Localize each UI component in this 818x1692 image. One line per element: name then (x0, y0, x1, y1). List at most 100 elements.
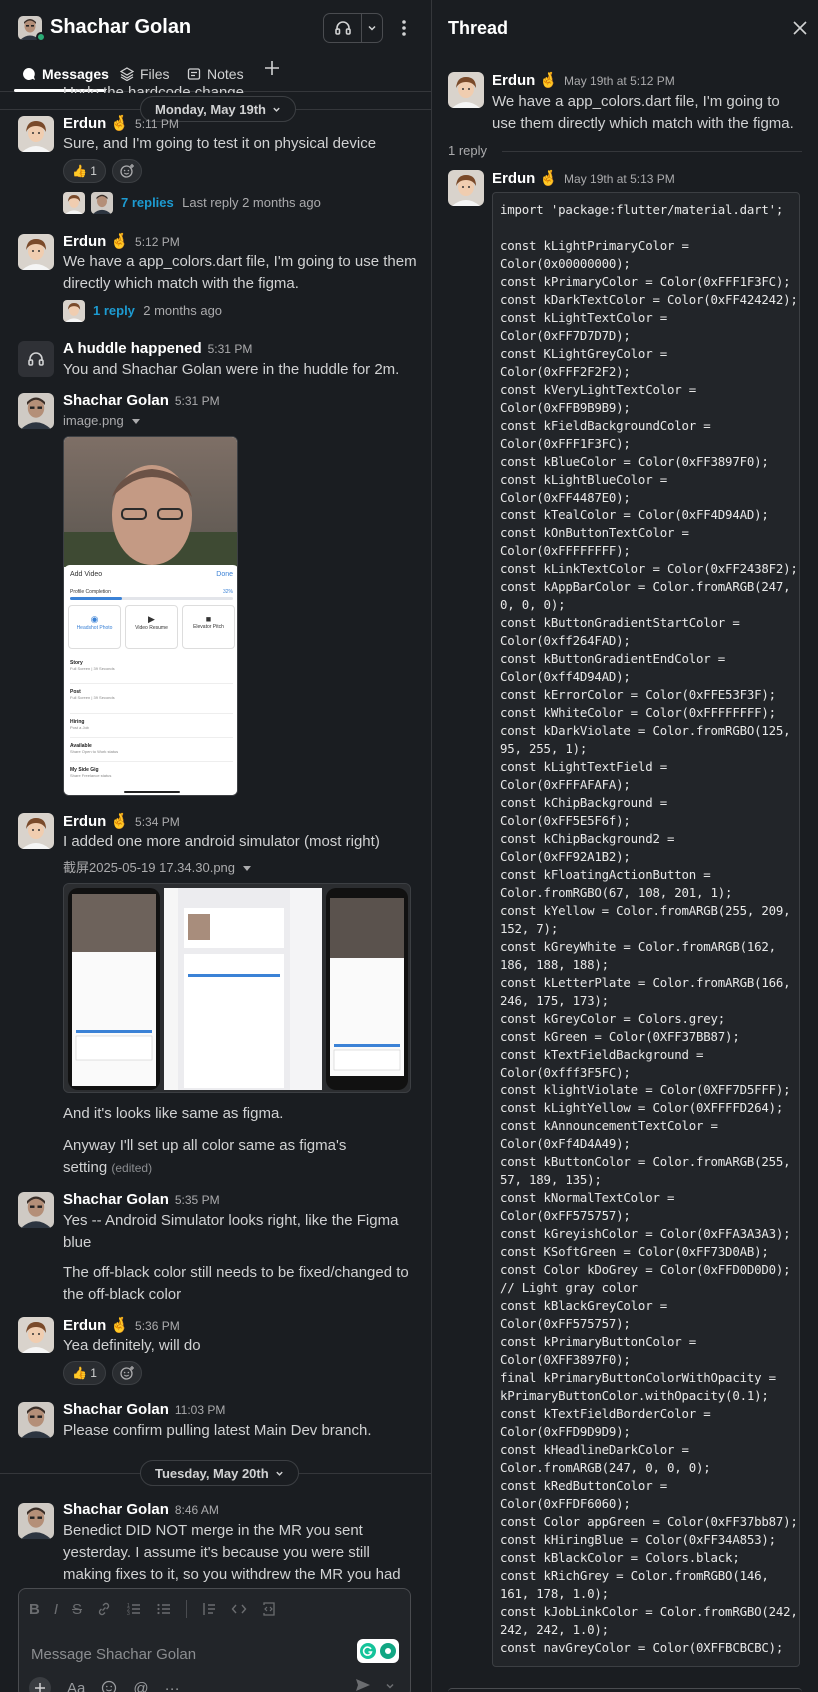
timestamp[interactable]: 5:35 PM (175, 1193, 220, 1207)
bold-icon[interactable]: B (29, 1601, 40, 1618)
reaction-thumbs-up[interactable]: 👍 1 (63, 159, 106, 183)
reaction-thumbs-up[interactable]: 👍 1 (63, 1361, 106, 1385)
bullet-list-icon[interactable] (156, 1601, 172, 1617)
huddle-button[interactable] (323, 13, 383, 43)
timestamp[interactable]: May 19th at 5:13 PM (564, 172, 675, 186)
timestamp[interactable]: 5:11 PM (135, 117, 179, 131)
add-reaction-icon[interactable] (112, 159, 142, 183)
author-name[interactable]: Erdun 🤞 5:36 PM (63, 1316, 180, 1334)
tile[interactable]: ▶ Video Resume (125, 605, 178, 649)
author-name[interactable]: Erdun 🤞 May 19th at 5:12 PM (492, 71, 675, 89)
grammarly-icon[interactable] (357, 1639, 399, 1663)
more-actions-icon[interactable]: ··· (165, 1680, 180, 1692)
file-name[interactable]: 截屏2025-05-19 17.34.30.png (63, 857, 252, 879)
chevron-down-icon[interactable] (362, 14, 382, 42)
timestamp[interactable]: 5:31 PM (175, 394, 220, 408)
home-indicator (124, 791, 180, 793)
code-line: const kChipBackground2 = (500, 830, 675, 846)
camera-preview (64, 437, 237, 567)
code-line: const KLightGreyColor = (500, 345, 667, 361)
avatar[interactable] (18, 1192, 54, 1228)
code-line: const kLightYellow = Color(0XFFFFD264); (500, 1100, 784, 1116)
ordered-list-icon[interactable]: 123 (126, 1601, 142, 1617)
avatar[interactable] (18, 1503, 54, 1539)
message-text: We have a app_colors.dart file, I'm goin… (63, 253, 417, 292)
sheet-list: Story Full Screen | 39 Seconds Post Full S… (70, 660, 233, 786)
blockquote-icon[interactable] (201, 1601, 217, 1617)
tab-label: Notes (207, 66, 244, 82)
progress-fill (70, 597, 123, 600)
date-pill[interactable]: Tuesday, May 20th (140, 1460, 299, 1486)
author-name[interactable]: Shachar Golan 5:31 PM (63, 392, 220, 409)
emoji-icon[interactable] (101, 1680, 117, 1692)
avatar[interactable] (448, 170, 484, 206)
code-icon[interactable] (231, 1601, 247, 1617)
channel-title[interactable]: Shachar Golan (50, 16, 191, 39)
code-line: const kButtonGradientEndColor = (500, 651, 726, 667)
avatar[interactable] (18, 1402, 54, 1438)
tab-messages[interactable]: Messages (22, 63, 109, 85)
chevron-down-icon (275, 1471, 283, 1476)
file-name[interactable]: image.png (63, 410, 141, 432)
reply-count-divider (502, 151, 802, 152)
avatar[interactable] (18, 813, 54, 849)
avatar[interactable] (18, 234, 54, 270)
code-line: // Light gray color (500, 1280, 638, 1296)
headphones-icon[interactable] (324, 14, 362, 42)
tab-label: Files (140, 66, 170, 82)
timestamp[interactable]: 5:31 PM (208, 342, 253, 356)
huddle-icon (18, 341, 54, 377)
tab-files[interactable]: Files (120, 63, 170, 85)
replies-link[interactable]: 7 replies (121, 195, 174, 210)
message-text: The off-black color still needs to be fi… (63, 1264, 409, 1303)
author-name[interactable]: Erdun 🤞 5:11 PM (63, 114, 179, 132)
timestamp[interactable]: 5:34 PM (135, 815, 180, 829)
code-line: Color(0xFF4487E0); (500, 489, 631, 505)
toolbar-divider (186, 1600, 188, 1618)
code-line: const kNormalTextColor = (500, 1190, 675, 1206)
thread-summary[interactable]: 7 replies Last reply 2 months ago (121, 192, 321, 214)
author-name[interactable]: Erdun 🤞 5:12 PM (63, 232, 180, 250)
avatar[interactable] (18, 393, 54, 429)
send-icon[interactable] (355, 1677, 371, 1692)
strikethrough-icon[interactable]: S (72, 1601, 82, 1618)
add-tab-icon[interactable] (264, 60, 280, 76)
timestamp[interactable]: 5:36 PM (135, 1319, 180, 1333)
timestamp[interactable]: 5:12 PM (135, 235, 180, 249)
timestamp[interactable]: May 19th at 5:12 PM (564, 74, 675, 88)
reply-count: 1 reply (448, 143, 488, 158)
code-block-icon[interactable] (261, 1601, 277, 1617)
tab-notes[interactable]: Notes (187, 63, 244, 85)
close-icon[interactable] (790, 18, 810, 38)
list-item: My Side Gig Share Freelance status (70, 767, 112, 778)
tile[interactable]: ■ Elevator Pitch (182, 605, 235, 649)
code-line: Color(0xFFD9D9D9); (500, 1423, 631, 1439)
italic-icon[interactable]: I (54, 1601, 58, 1618)
avatar[interactable] (18, 1317, 54, 1353)
link-icon[interactable] (96, 1601, 112, 1617)
add-reaction-icon[interactable] (112, 1361, 142, 1385)
tile[interactable]: ◉ Headshot Photo (68, 605, 121, 649)
more-options-icon[interactable] (396, 17, 412, 39)
replies-link[interactable]: 1 reply (93, 303, 135, 318)
plus-icon[interactable] (29, 1677, 51, 1692)
code-line: const kHeadlineDarkColor = (500, 1441, 689, 1457)
author-name[interactable]: Shachar Golan 8:46 AM (63, 1501, 219, 1518)
avatar[interactable] (448, 72, 484, 108)
author-name[interactable]: Shachar Golan 11:03 PM (63, 1401, 225, 1418)
image-attachment[interactable]: Add Video Done Profile Completion 32% ◉ H… (63, 436, 238, 796)
author-name[interactable]: Shachar Golan 5:35 PM (63, 1191, 220, 1208)
thread-reply-composer[interactable] (448, 1688, 802, 1692)
timestamp[interactable]: 8:46 AM (175, 1503, 219, 1517)
conversation-pane: Shachar Golan Messages Files Notes Undo … (0, 0, 431, 1692)
author-name[interactable]: Erdun 🤞 May 19th at 5:13 PM (492, 169, 675, 187)
thread-summary[interactable]: 1 reply 2 months ago (93, 300, 222, 322)
timestamp[interactable]: 11:03 PM (175, 1403, 225, 1417)
chevron-down-icon[interactable] (385, 1681, 395, 1691)
message-input[interactable]: Message Shachar Golan (31, 1646, 196, 1663)
image-attachment[interactable] (63, 883, 411, 1093)
text-format-icon[interactable]: Aa (67, 1680, 85, 1692)
mention-icon[interactable]: @ (133, 1680, 148, 1692)
author-name[interactable]: Erdun 🤞 5:34 PM (63, 812, 180, 830)
avatar[interactable] (18, 116, 54, 152)
